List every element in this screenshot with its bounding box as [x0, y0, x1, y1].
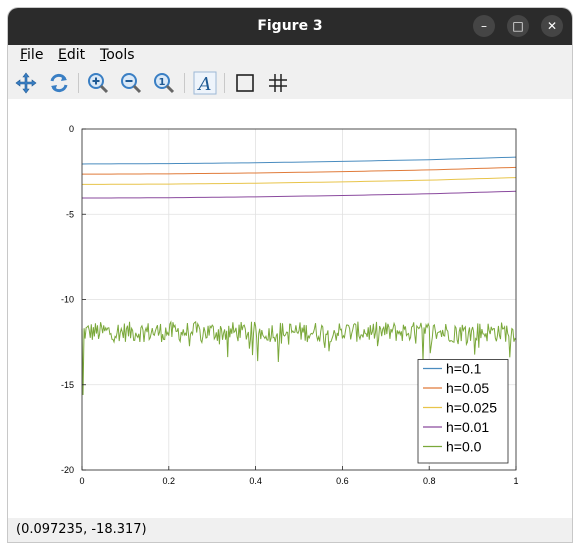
y-tick-label: -10 [61, 295, 74, 305]
close-icon: ✕ [546, 19, 558, 33]
text-glyph: A [197, 74, 212, 95]
axes-box-icon [236, 74, 254, 92]
zoom-out-button[interactable] [118, 70, 144, 96]
title-bar: Figure 3 – □ ✕ [8, 8, 572, 45]
toolbar-separator [78, 73, 79, 93]
x-tick-label: 0.8 [423, 476, 436, 486]
x-tick-label: 0.4 [249, 476, 262, 486]
zoom-in-button[interactable] [85, 70, 111, 96]
toolbar-separator [184, 73, 185, 93]
legend-label: h=0.1 [446, 361, 482, 377]
pan-button[interactable] [13, 70, 39, 96]
zoom-in-icon [88, 73, 109, 94]
grid-button[interactable] [265, 70, 291, 96]
legend[interactable]: h=0.1 h=0.05 h=0.025 h=0.01 h=0.0 [417, 359, 509, 464]
legend-label: h=0.01 [446, 419, 489, 435]
legend-label: h=0.0 [446, 439, 482, 455]
menu-file[interactable]: File [20, 47, 43, 63]
pan-icon [15, 72, 37, 94]
axes-box-button[interactable] [232, 70, 258, 96]
minimize-icon: – [481, 19, 487, 33]
status-bar: (0.097235, -18.317) [8, 518, 572, 542]
rotate-button[interactable] [46, 70, 72, 96]
zoom-reset-button[interactable]: 1 [151, 70, 177, 96]
minimize-button[interactable]: – [473, 15, 495, 37]
y-tick-label: 0 [69, 124, 74, 134]
y-tick-label: -20 [61, 465, 74, 475]
series-line-h-0-05 [81, 166, 517, 175]
text-icon: A [193, 71, 217, 95]
toolbar-separator [224, 73, 225, 93]
y-tick-label: -15 [61, 380, 74, 390]
x-tick-label: 0.6 [336, 476, 349, 486]
series-line-h-0-025 [81, 177, 517, 185]
close-button[interactable]: ✕ [541, 15, 563, 37]
rotate-icon [50, 73, 68, 93]
series-line-h-0-1 [81, 156, 517, 165]
legend-label: h=0.05 [446, 380, 489, 396]
grid-icon [269, 74, 287, 92]
plot-area[interactable]: 0 0.2 0.4 0.6 0.8 10-5-10-15-20 h=0.1h=0.05h=… [8, 99, 572, 518]
maximize-button[interactable]: □ [507, 15, 529, 37]
series-line-h-0-01 [81, 190, 517, 199]
zoom-out-icon [121, 73, 142, 94]
y-tick-label: -5 [66, 209, 74, 219]
figure-canvas[interactable]: 0 0.2 0.4 0.6 0.8 1 0 -5 -10 -15 -20 h=0.1 h=0.05 h=… [8, 99, 572, 518]
menu-bar: File Edit Tools [8, 45, 572, 67]
menu-tools[interactable]: Tools [100, 47, 135, 63]
x-tick-label: 1 [513, 476, 518, 486]
x-tick-label: 0 [79, 476, 84, 486]
toolbar: 1 A [8, 67, 572, 99]
x-tick-label: 0.2 [163, 476, 176, 486]
figure-window: Figure 3 – □ ✕ File Edit Tools 1 A 0 0.2… [8, 8, 572, 542]
text-button[interactable]: A [192, 70, 218, 96]
cursor-coordinates: (0.097235, -18.317) [16, 522, 147, 537]
zoom-reset-glyph: 1 [159, 77, 166, 88]
legend-label: h=0.025 [446, 400, 497, 416]
maximize-icon: □ [512, 19, 524, 33]
zoom-reset-icon: 1 [154, 73, 175, 94]
menu-edit[interactable]: Edit [58, 47, 85, 63]
